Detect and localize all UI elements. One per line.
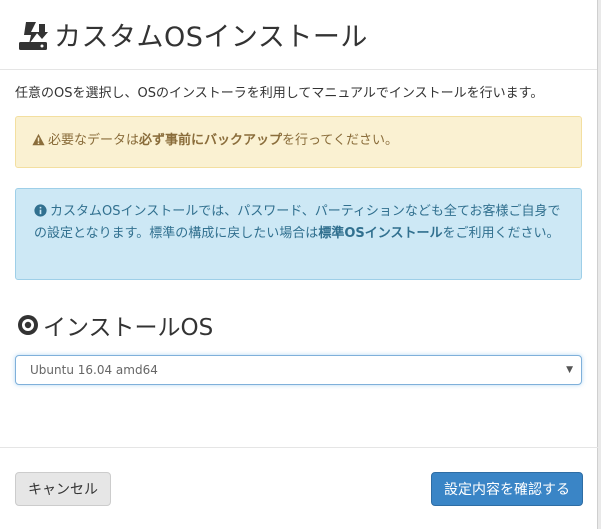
- custom-install-info-alert: カスタムOSインストールでは、パスワード、パーティションなども全てお客様ご自身で…: [15, 188, 582, 280]
- backup-warning-alert: 必要なデータは必ず事前にバックアップを行ってください。: [15, 116, 582, 168]
- disc-icon: [17, 314, 39, 336]
- confirm-settings-button[interactable]: 設定内容を確認する: [431, 472, 583, 506]
- warning-text: 必要なデータは必ず事前にバックアップを行ってください。: [32, 131, 398, 153]
- info-circle-icon: [34, 204, 47, 224]
- modal-header: カスタムOSインストール: [0, 0, 597, 70]
- warning-triangle-icon: [32, 133, 45, 153]
- custom-os-install-modal: カスタムOSインストール 任意のOSを選択し、OSのインストーラを利用してマニュ…: [0, 0, 598, 529]
- modal-footer: キャンセル 設定内容を確認する: [0, 447, 598, 529]
- warning-text-bold: 必ず事前にバックアップ: [139, 133, 283, 148]
- os-select[interactable]: Ubuntu 16.04 amd64 ▼: [15, 355, 582, 385]
- info-text-bold: 標準OSインストール: [318, 226, 443, 241]
- caret-down-icon: ▼: [566, 365, 573, 375]
- modal-body: 任意のOSを選択し、OSのインストーラを利用してマニュアルでインストールを行いま…: [0, 70, 597, 385]
- download-install-icon: [16, 18, 50, 52]
- intro-text: 任意のOSを選択し、OSのインストーラを利用してマニュアルでインストールを行いま…: [15, 86, 544, 101]
- info-text-post: をご利用ください。: [442, 226, 560, 241]
- cancel-button[interactable]: キャンセル: [15, 472, 111, 506]
- install-os-section-title: インストールOS: [15, 308, 582, 342]
- warning-text-pre: 必要なデータは: [48, 133, 140, 148]
- section-title-text: インストールOS: [43, 315, 214, 341]
- os-select-value: Ubuntu 16.04 amd64: [30, 363, 158, 377]
- modal-title: カスタムOSインストール: [54, 22, 368, 53]
- warning-text-post: を行ってください。: [282, 133, 398, 148]
